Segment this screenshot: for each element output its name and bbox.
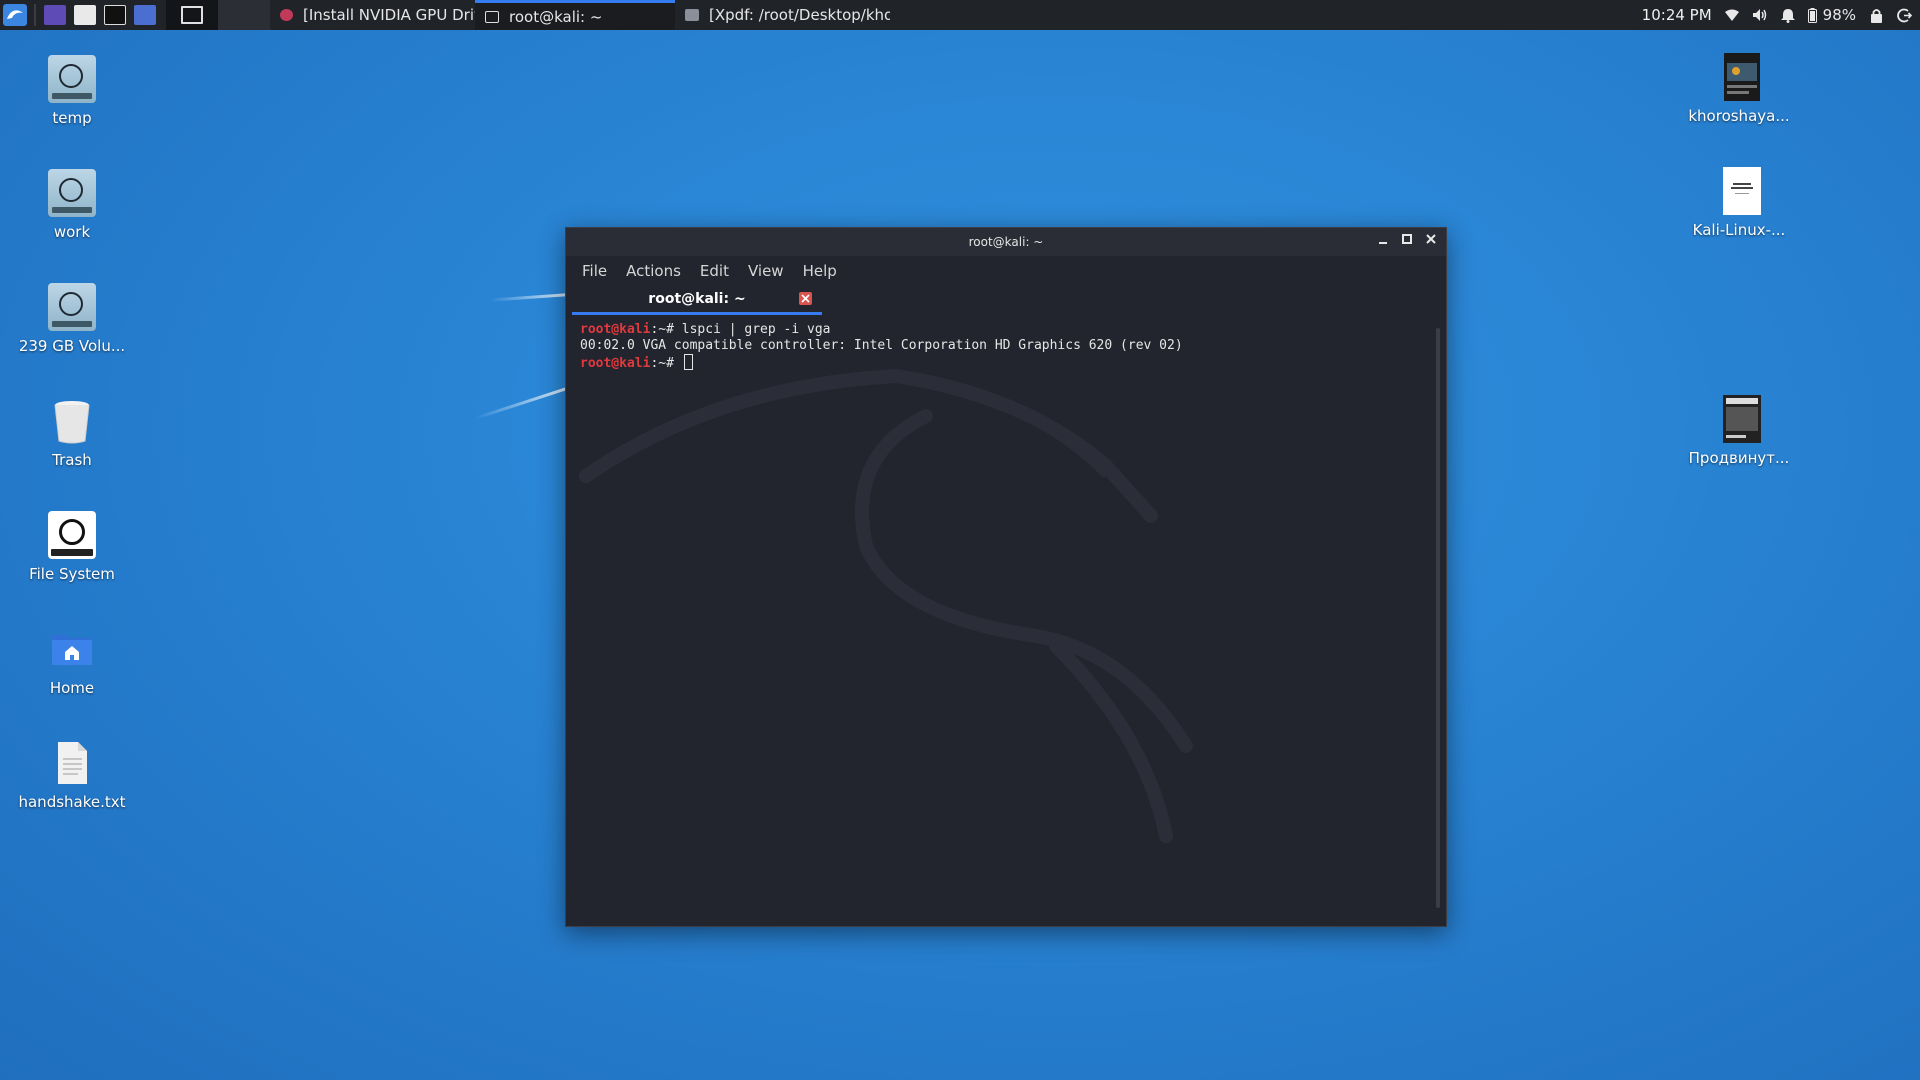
taskbar: [Install NVIDIA GPU Driv... root@kali: ~… — [0, 0, 1920, 30]
prompt-path: :~# — [650, 356, 682, 371]
menu-file[interactable]: File — [582, 262, 607, 280]
terminal-output-text: 00:02.0 VGA compatible controller: Intel… — [580, 338, 1183, 353]
workspace-icon — [181, 6, 203, 24]
wallpaper-streak — [490, 293, 571, 302]
terminal-output[interactable]: root@kali:~# lspci | grep -i vga 00:02.0… — [566, 316, 1446, 926]
desktop-icon-kali-linux-pdf[interactable]: Kali-Linux-... — [1684, 167, 1794, 239]
volume-icon[interactable] — [1752, 7, 1768, 23]
battery-percent: 98% — [1822, 6, 1856, 24]
window-controls — [1376, 232, 1438, 250]
pdf-thumbnail-icon — [1715, 167, 1763, 215]
prompt-user: root@kali — [580, 356, 651, 371]
drive-icon — [48, 283, 96, 331]
tab-close-button[interactable] — [799, 292, 812, 305]
desktop-icon-filesystem[interactable]: File System — [17, 511, 127, 583]
workspace-1[interactable] — [166, 0, 218, 30]
menu-actions[interactable]: Actions — [626, 262, 681, 280]
prompt-path: :~# — [650, 322, 682, 337]
task-xpdf[interactable]: [Xpdf: /root/Desktop/kho... — [675, 0, 890, 30]
close-button[interactable] — [1424, 232, 1438, 250]
task-label: [Xpdf: /root/Desktop/kho... — [709, 6, 890, 24]
task-terminal[interactable]: root@kali: ~ — [475, 0, 675, 30]
kali-menu-button[interactable] — [0, 0, 30, 30]
desktop-icon-label: handshake.txt — [18, 793, 126, 811]
hard-drive-icon — [48, 511, 96, 559]
desktop-icon-label: Home — [49, 679, 95, 697]
desktop-icon-label: work — [53, 223, 91, 241]
drive-icon — [48, 55, 96, 103]
task-firefox[interactable]: [Install NVIDIA GPU Driv... — [270, 0, 475, 30]
desktop-icon-khoroshaya[interactable]: khoroshaya... — [1684, 53, 1794, 125]
minimize-button[interactable] — [1376, 232, 1390, 250]
task-label: root@kali: ~ — [509, 7, 603, 26]
minimize-icon — [1379, 242, 1387, 244]
task-label: [Install NVIDIA GPU Driv... — [303, 6, 475, 24]
logout-icon[interactable] — [1896, 7, 1912, 23]
window-titlebar[interactable]: root@kali: ~ — [566, 228, 1446, 256]
terminal-scrollbar[interactable] — [1436, 328, 1440, 908]
desktop-icon-trash[interactable]: Trash — [17, 397, 127, 469]
drive-icon — [48, 169, 96, 217]
terminal-tab[interactable]: root@kali: ~ — [572, 286, 822, 315]
desktop-icon-label: File System — [29, 565, 115, 583]
menu-help[interactable]: Help — [803, 262, 837, 280]
terminal-line: root@kali:~# — [580, 354, 1432, 372]
firefox-icon — [280, 9, 293, 21]
close-icon — [1426, 234, 1436, 244]
desktop-icon-prodvinut[interactable]: Продвинут... — [1684, 395, 1794, 467]
terminal-launcher-icon[interactable] — [104, 5, 126, 25]
trash-icon — [48, 397, 96, 445]
terminal-line: root@kali:~# lspci | grep -i vga — [580, 322, 1432, 338]
lock-screen-icon[interactable] — [1868, 7, 1884, 23]
desktop-icon-label: khoroshaya... — [1688, 107, 1790, 125]
taskbar-separator — [34, 4, 36, 26]
terminal-cursor — [683, 354, 693, 370]
tab-label: root@kali: ~ — [648, 291, 746, 307]
show-desktop-icon[interactable] — [44, 5, 66, 25]
wallpaper-streak — [474, 386, 571, 420]
notification-bell-icon[interactable] — [1780, 7, 1796, 23]
clock[interactable]: 10:24 PM — [1642, 6, 1712, 24]
terminal-line: 00:02.0 VGA compatible controller: Intel… — [580, 338, 1432, 354]
maximize-icon — [1402, 234, 1412, 244]
prompt-user: root@kali — [580, 322, 651, 337]
desktop-icon-label: Продвинут... — [1688, 449, 1790, 467]
home-folder-icon — [48, 625, 96, 673]
terminal-icon — [485, 10, 499, 23]
desktop-icon-handshake[interactable]: handshake.txt — [17, 739, 127, 811]
desktop-icon-volume[interactable]: 239 GB Volu... — [17, 283, 127, 355]
desktop-icon-temp[interactable]: temp — [17, 55, 127, 127]
terminal-command: lspci | grep -i vga — [681, 322, 831, 337]
task-list: [Install NVIDIA GPU Driv... root@kali: ~… — [270, 0, 890, 30]
screenshot-tool-icon[interactable] — [134, 5, 156, 25]
desktop-icon-work[interactable]: work — [17, 169, 127, 241]
pdf-thumbnail-icon — [1715, 53, 1763, 101]
close-icon — [801, 294, 810, 303]
battery-icon — [1807, 7, 1817, 23]
system-tray: 10:24 PM 98% — [1642, 0, 1920, 30]
menu-edit[interactable]: Edit — [700, 262, 729, 280]
pdf-thumbnail-icon — [1715, 395, 1763, 443]
file-manager-icon[interactable] — [74, 5, 96, 25]
menu-view[interactable]: View — [748, 262, 784, 280]
workspace-2[interactable] — [218, 0, 270, 30]
desktop-icon-label: Kali-Linux-... — [1692, 221, 1786, 239]
desktop-icon-home[interactable]: Home — [17, 625, 127, 697]
wifi-icon[interactable] — [1724, 7, 1740, 23]
desktop-icon-label: Trash — [52, 451, 92, 469]
desktop-icon-label: temp — [52, 109, 92, 127]
battery-indicator[interactable]: 98% — [1807, 6, 1856, 24]
xpdf-icon — [685, 9, 699, 21]
terminal-tabbar: root@kali: ~ — [566, 286, 1446, 315]
maximize-button[interactable] — [1400, 232, 1414, 250]
terminal-window[interactable]: root@kali: ~ File Actions Edit View Help… — [565, 227, 1447, 927]
text-file-icon — [48, 739, 96, 787]
kali-logo-icon — [3, 4, 27, 26]
desktop-icon-label: 239 GB Volu... — [18, 337, 126, 355]
terminal-menubar: File Actions Edit View Help — [566, 256, 1446, 286]
window-title: root@kali: ~ — [968, 235, 1044, 249]
